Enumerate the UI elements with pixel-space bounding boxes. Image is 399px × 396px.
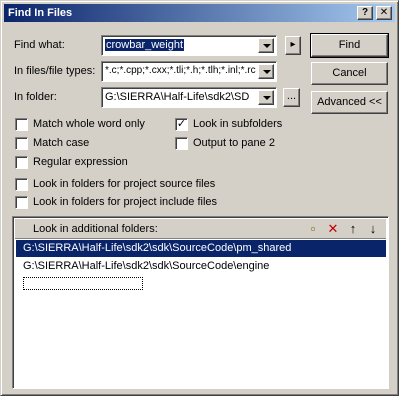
- window-title: Find In Files: [8, 7, 73, 19]
- find-button[interactable]: Find: [310, 33, 389, 58]
- match-case-checkbox[interactable]: [15, 137, 28, 150]
- cancel-button[interactable]: Cancel: [311, 62, 388, 85]
- close-icon: ✕: [379, 7, 389, 18]
- regex-checkbox[interactable]: [15, 156, 28, 169]
- checkmark-icon: ✓: [176, 118, 187, 130]
- file-types-value: *.c;*.cpp;*.cxx;*.tli;*.h;*.tlh;*.inl;*.…: [105, 65, 256, 76]
- subfolders-checkbox[interactable]: ✓: [175, 118, 188, 131]
- chevron-down-icon[interactable]: [258, 90, 274, 105]
- advanced-button-label: Advanced <<: [317, 96, 382, 108]
- arrow-down-icon[interactable]: ↓: [365, 222, 381, 236]
- pane2-checkbox[interactable]: [175, 137, 188, 150]
- match-case-label: Match case: [33, 137, 90, 149]
- help-icon: ?: [361, 7, 369, 18]
- in-folder-value: G:\SIERRA\Half-Life\sdk2\SD: [105, 91, 250, 103]
- arrow-up-icon[interactable]: ↑: [345, 222, 361, 236]
- list-item[interactable]: G:\SIERRA\Half-Life\sdk2\sdk\SourceCode\…: [16, 240, 386, 257]
- find-what-combobox[interactable]: crowbar_weight: [101, 35, 277, 56]
- advanced-button[interactable]: Advanced <<: [311, 91, 388, 114]
- project-source-label: Look in folders for project source files: [33, 178, 216, 190]
- cancel-button-label: Cancel: [332, 67, 367, 79]
- find-what-label: Find what:: [14, 39, 65, 51]
- arrow-right-icon: ▸: [290, 39, 296, 50]
- whole-word-checkbox[interactable]: [15, 118, 28, 131]
- additional-folders-list[interactable]: Look in additional folders: ▫ ✕ ↑ ↓ G:\S…: [12, 216, 389, 389]
- list-item[interactable]: G:\SIERRA\Half-Life\sdk2\sdk\SourceCode\…: [16, 258, 386, 275]
- chevron-down-icon[interactable]: [258, 38, 274, 53]
- help-button[interactable]: ?: [357, 6, 373, 20]
- browse-label: ...: [286, 90, 297, 102]
- new-folder-icon[interactable]: ▫: [305, 222, 321, 236]
- browse-folder-button[interactable]: ...: [283, 88, 300, 107]
- file-types-label: In files/file types:: [14, 65, 96, 77]
- project-source-checkbox[interactable]: [15, 178, 28, 191]
- project-include-checkbox[interactable]: [15, 196, 28, 209]
- new-entry-slot[interactable]: [23, 277, 143, 290]
- whole-word-label: Match whole word only: [33, 118, 145, 130]
- list-header: Look in additional folders: ▫ ✕ ↑ ↓: [15, 219, 386, 239]
- pane2-label: Output to pane 2: [193, 137, 275, 149]
- close-button[interactable]: ✕: [376, 6, 392, 20]
- chevron-down-icon[interactable]: [258, 64, 274, 79]
- in-folder-combobox[interactable]: G:\SIERRA\Half-Life\sdk2\SD: [101, 87, 277, 108]
- regex-label: Regular expression: [33, 156, 128, 168]
- title-bar: Find In Files: [4, 4, 395, 22]
- project-include-label: Look in folders for project include file…: [33, 196, 218, 208]
- subfolders-label: Look in subfolders: [193, 118, 283, 130]
- find-what-value: crowbar_weight: [105, 39, 185, 51]
- delete-icon[interactable]: ✕: [325, 222, 341, 236]
- list-header-label: Look in additional folders:: [33, 223, 158, 235]
- in-folder-label: In folder:: [14, 91, 57, 103]
- find-in-files-dialog: Find In Files ? ✕ Find what: crowbar_wei…: [0, 0, 399, 396]
- file-types-combobox[interactable]: *.c;*.cpp;*.cxx;*.tli;*.h;*.tlh;*.inl;*.…: [101, 61, 277, 82]
- find-button-label: Find: [338, 39, 361, 51]
- regex-helper-button[interactable]: ▸: [285, 36, 301, 55]
